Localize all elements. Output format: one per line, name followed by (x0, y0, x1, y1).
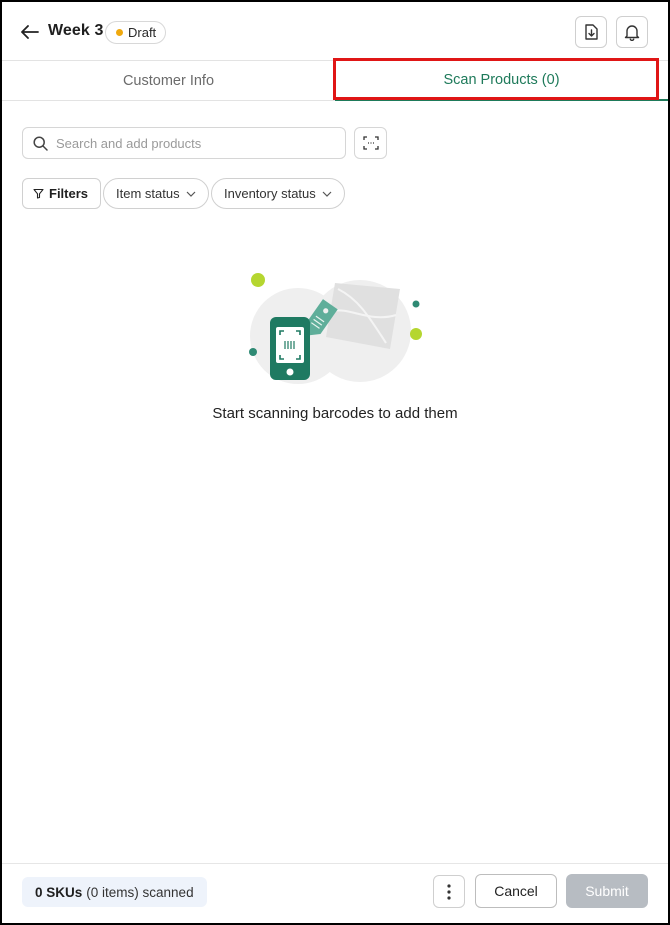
search-icon (33, 135, 48, 151)
arrow-left-icon (21, 25, 39, 39)
tab-scan-products[interactable]: Scan Products (0) (335, 61, 668, 101)
filter-icon (33, 188, 44, 199)
sku-count: 0 SKUs (35, 884, 83, 900)
inventory-status-dropdown[interactable]: Inventory status (211, 178, 345, 209)
search-box[interactable] (22, 127, 346, 159)
more-vertical-icon (447, 883, 451, 900)
download-button[interactable] (575, 16, 607, 48)
status-label: Draft (128, 25, 157, 40)
filters-label: Filters (49, 186, 89, 201)
submit-button[interactable]: Submit (566, 874, 648, 908)
more-options-button[interactable] (433, 875, 465, 908)
status-dot (116, 29, 123, 36)
scan-summary: 0 SKUs (0 items) scanned (22, 877, 207, 907)
empty-state-message: Start scanning barcodes to add them (212, 405, 458, 422)
search-input[interactable] (56, 135, 326, 151)
chevron-down-icon (186, 191, 196, 197)
bell-icon (624, 24, 640, 41)
chevron-down-icon (322, 191, 332, 197)
inventory-status-label: Inventory status (224, 186, 316, 201)
header: Week 3 Draft (2, 2, 668, 60)
status-badge: Draft (105, 21, 167, 44)
back-button[interactable] (18, 20, 42, 44)
item-status-dropdown[interactable]: Item status (103, 178, 209, 209)
file-download-icon (585, 24, 598, 40)
item-status-label: Item status (116, 186, 180, 201)
app-frame: Week 3 Draft Customer Info Scan Products… (2, 2, 668, 923)
tab-customer-info[interactable]: Customer Info (2, 61, 335, 101)
notifications-button[interactable] (616, 16, 648, 48)
cancel-button[interactable]: Cancel (475, 874, 557, 908)
filters-button[interactable]: Filters (22, 178, 102, 209)
page-title: Week 3 (48, 22, 104, 39)
items-scanned-text: (0 items) scanned (86, 884, 194, 900)
barcode-scan-button[interactable] (354, 127, 387, 159)
tab-bar: Customer Info Scan Products (0) (2, 60, 668, 101)
barcode-scan-icon (362, 136, 379, 150)
scan-illustration (249, 273, 422, 384)
footer-bar: 0 SKUs (0 items) scanned Cancel Submit (2, 863, 668, 923)
